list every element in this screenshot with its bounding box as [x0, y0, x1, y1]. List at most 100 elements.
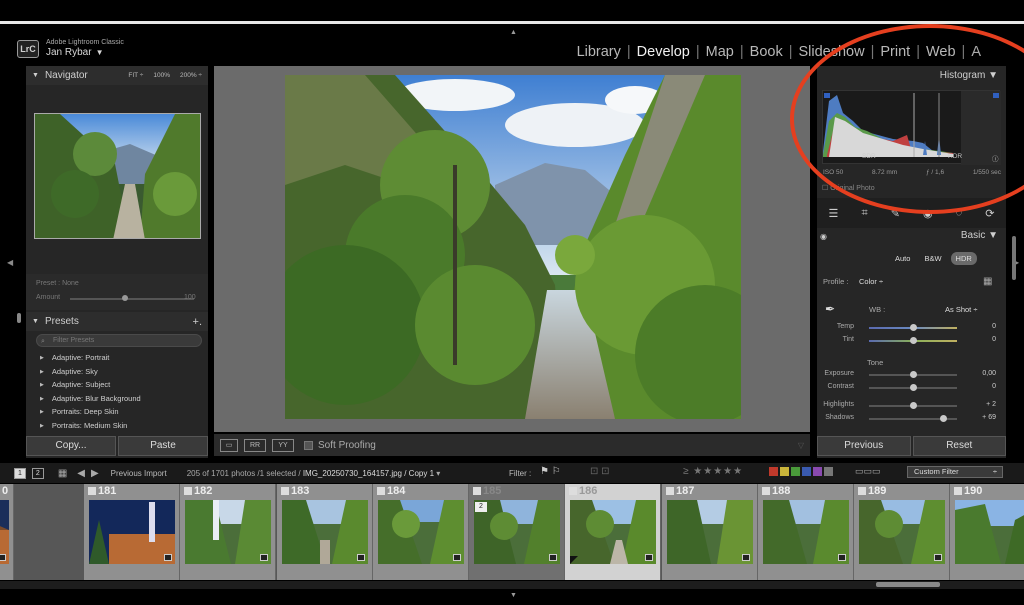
slider-knob[interactable]: [909, 337, 917, 344]
presets-header[interactable]: ▼ Presets +.: [26, 312, 208, 331]
filmstrip-thumbnail[interactable]: 189: [854, 484, 950, 580]
collapse-triangle-icon[interactable]: ▼: [988, 230, 998, 241]
star-rating-filter[interactable]: ≥ ★★★★★: [683, 466, 743, 477]
module-library[interactable]: Library: [574, 44, 624, 60]
color-swatch[interactable]: [802, 467, 811, 476]
slider-knob[interactable]: [909, 371, 917, 378]
slider-knob[interactable]: [909, 324, 917, 331]
slider-knob[interactable]: [940, 415, 948, 422]
amount-slider-track[interactable]: [70, 298, 194, 300]
soft-proofing-checkbox[interactable]: [304, 440, 313, 450]
collapse-triangle-icon[interactable]: ▼: [32, 318, 39, 325]
filmstrip-thumbnail[interactable]: 0: [0, 484, 14, 580]
module-web[interactable]: Web: [923, 44, 959, 60]
histogram-header[interactable]: Histogram ▼: [817, 70, 1006, 81]
amount-slider-knob[interactable]: [121, 295, 128, 301]
back-arrow-icon[interactable]: ◀: [77, 468, 85, 479]
reset-button[interactable]: Reset: [912, 436, 1006, 456]
color-swatch[interactable]: [791, 467, 800, 476]
paste-button[interactable]: Paste: [118, 436, 208, 456]
forward-arrow-icon[interactable]: ▶: [91, 468, 99, 479]
collapse-bottom-arrow-icon[interactable]: ▼: [510, 592, 517, 599]
presets-stack-icon[interactable]: ⟳: [985, 207, 994, 220]
secondary-window-button[interactable]: 2: [31, 467, 44, 479]
red-eye-icon[interactable]: ◉: [923, 207, 933, 220]
flag-filter-icon[interactable]: ⚑ ⚐: [540, 466, 561, 477]
main-photo[interactable]: [285, 75, 741, 419]
filmstrip-thumbnail[interactable]: 187: [662, 484, 758, 580]
filmstrip-thumbnail-selected[interactable]: 186: [565, 484, 661, 580]
filmstrip-info[interactable]: 205 of 1701 photos /1 selected / IMG_202…: [187, 469, 441, 478]
crop-icon[interactable]: ⌗: [861, 207, 867, 220]
toolbar-menu-icon[interactable]: ▽: [798, 441, 804, 450]
filmstrip-thumbnail[interactable]: 182: [180, 484, 276, 580]
preset-group[interactable]: ▶ Adaptive: Subject: [40, 380, 110, 389]
copy-button[interactable]: Copy...: [26, 436, 116, 456]
healing-eraser-icon[interactable]: ✎: [891, 207, 900, 220]
collapse-triangle-icon[interactable]: ▼: [32, 72, 39, 79]
filmstrip-thumbnail[interactable]: 181: [84, 484, 180, 580]
grid-view-icon[interactable]: ▦: [58, 468, 67, 479]
slider-value[interactable]: 0: [992, 336, 996, 343]
slider-knob[interactable]: [909, 384, 917, 391]
basic-header[interactable]: Basic ▼: [817, 230, 1006, 245]
slider-knob[interactable]: [910, 402, 918, 409]
module-develop[interactable]: Develop: [634, 44, 693, 60]
before-after-split-icon[interactable]: YY: [272, 438, 294, 452]
slider-value[interactable]: + 2: [986, 401, 996, 408]
collapse-triangle-icon[interactable]: ▼: [988, 70, 998, 81]
preset-group[interactable]: ▶ Adaptive: Blur Background: [40, 394, 141, 403]
zoom-200[interactable]: 200% ÷: [180, 72, 202, 79]
wb-select[interactable]: As Shot ÷: [945, 305, 977, 314]
module-slideshow[interactable]: Slideshow: [796, 44, 868, 60]
filmstrip-thumbnail[interactable]: 185 2: [469, 484, 565, 580]
edit-filter-icon[interactable]: ⊡ ⊡: [590, 466, 610, 477]
module-clipped[interactable]: A: [968, 44, 984, 60]
module-book[interactable]: Book: [747, 44, 786, 60]
previous-button[interactable]: Previous: [817, 436, 911, 456]
preset-group[interactable]: ▶ Adaptive: Portrait: [40, 353, 109, 362]
zoom-fit[interactable]: FIT ÷: [128, 72, 143, 79]
masking-icon[interactable]: ◌: [956, 207, 963, 219]
slider-value[interactable]: 0: [992, 383, 996, 390]
slider-value[interactable]: 0,00: [982, 370, 996, 377]
eyedropper-icon[interactable]: ✒: [825, 302, 835, 316]
color-swatch[interactable]: [824, 467, 833, 476]
profile-select[interactable]: Color ÷: [859, 277, 883, 286]
original-photo-toggle[interactable]: ☐ Original Photo: [822, 184, 875, 192]
before-after-icon[interactable]: RR: [244, 438, 266, 452]
kind-filter-icon[interactable]: ▭▭▭: [855, 466, 881, 477]
hdr-button[interactable]: HDR: [950, 252, 977, 265]
bw-button[interactable]: B&W: [919, 252, 946, 265]
module-map[interactable]: Map: [703, 44, 737, 60]
auto-button[interactable]: Auto: [890, 252, 915, 265]
custom-filter-select[interactable]: Custom Filter ÷: [907, 466, 1003, 478]
zoom-100[interactable]: 100%: [153, 72, 170, 79]
info-icon[interactable]: ⓘ: [992, 153, 999, 163]
color-swatch[interactable]: [813, 467, 822, 476]
identity-plate[interactable]: Jan Rybar ▼: [46, 47, 104, 58]
loupe-view-icon[interactable]: ▭: [220, 438, 238, 452]
previous-import-source[interactable]: Previous Import: [111, 469, 167, 478]
preset-group[interactable]: ▶ Portraits: Medium Skin: [40, 421, 127, 430]
left-panel-toggle-icon[interactable]: ◀: [7, 258, 13, 267]
profile-browser-icon[interactable]: ▦: [983, 276, 992, 287]
preset-filter-input[interactable]: ⌕ Filter Presets: [36, 334, 202, 347]
filmstrip-scrollbar-thumb[interactable]: [876, 582, 940, 587]
histogram[interactable]: [822, 90, 1001, 165]
color-swatch[interactable]: [769, 467, 778, 476]
filmstrip-thumbnail[interactable]: 183: [277, 484, 373, 580]
preset-group[interactable]: ▶ Adaptive: Sky: [40, 367, 98, 376]
right-panel-scrollbar[interactable]: [1012, 236, 1016, 280]
module-print[interactable]: Print: [877, 44, 913, 60]
color-swatch[interactable]: [780, 467, 789, 476]
preset-group[interactable]: ▶ Portraits: Deep Skin: [40, 407, 119, 416]
edit-sliders-icon[interactable]: ☰: [829, 207, 839, 220]
navigator-preview[interactable]: [34, 113, 201, 239]
filmstrip-scrollbar-track[interactable]: [0, 581, 1024, 589]
primary-window-button[interactable]: 1: [14, 467, 26, 479]
filmstrip-thumbnail[interactable]: 190: [950, 484, 1024, 580]
add-preset-icon[interactable]: +.: [193, 316, 202, 328]
navigator-header[interactable]: ▼ Navigator FIT ÷ 100% 200% ÷: [26, 66, 208, 85]
filmstrip-thumbnail[interactable]: 184: [373, 484, 469, 580]
